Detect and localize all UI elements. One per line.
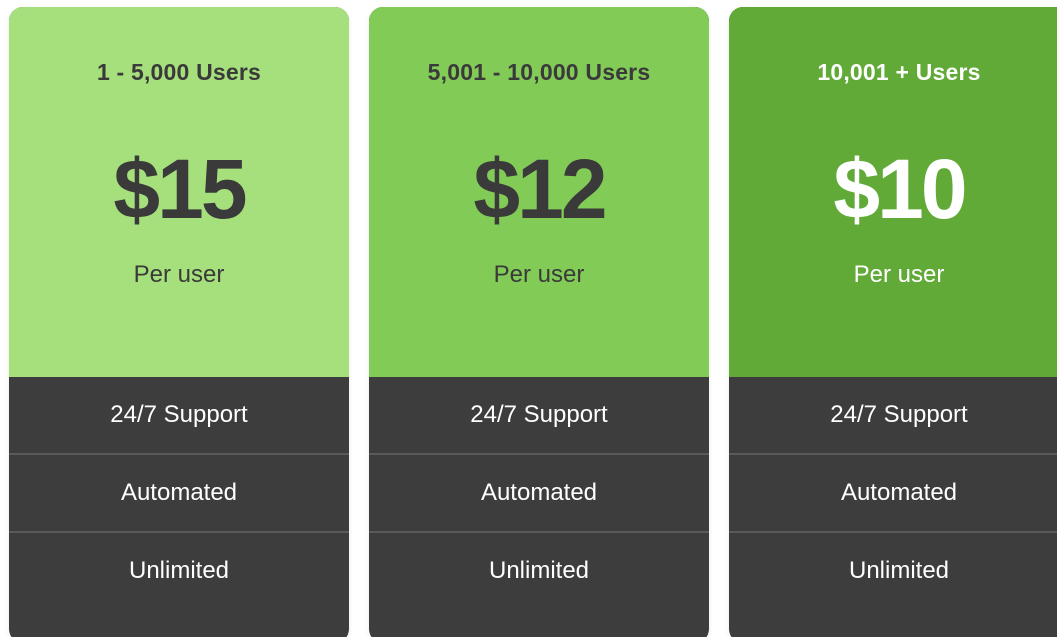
plan-card-5001-10000[interactable]: 5,001 - 10,000 Users $12 Per user 24/7 S… [369, 7, 709, 637]
feature-item: 24/7 Support [369, 377, 709, 455]
plan-tier-label: 5,001 - 10,000 Users [427, 59, 651, 85]
feature-item: Unlimited [488, 557, 590, 584]
plan-price: $12 [473, 142, 607, 236]
plan-price-unit: Per user [133, 261, 225, 288]
plan-features: 24/7 Support Automated Unlimited [369, 377, 709, 609]
plan-features: 24/7 Support Automated Unlimited [729, 377, 1057, 609]
plan-features: 24/7 Support Automated Unlimited [9, 377, 349, 609]
plan-price-unit: Per user [853, 261, 945, 288]
feature-item: 24/7 Support [729, 377, 1057, 455]
feature-item: Unlimited [128, 557, 230, 584]
plan-card-10001-plus[interactable]: 10,001 + Users $10 Per user 24/7 Support… [729, 7, 1057, 637]
plan-card-1-5000[interactable]: 1 - 5,000 Users $15 Per user 24/7 Suppor… [9, 7, 349, 637]
plan-price: $10 [833, 142, 967, 236]
feature-item: Unlimited [848, 557, 950, 584]
plan-price-unit: Per user [493, 261, 585, 288]
feature-item: Automated [9, 455, 349, 533]
plan-header: 5,001 - 10,000 Users $12 Per user [369, 7, 709, 377]
feature-item: 24/7 Support [9, 377, 349, 455]
plan-tier-label: 10,001 + Users [817, 59, 981, 85]
plan-price: $15 [113, 142, 247, 236]
feature-item: Automated [729, 455, 1057, 533]
feature-item: Automated [369, 455, 709, 533]
plan-header: 1 - 5,000 Users $15 Per user [9, 7, 349, 377]
pricing-table: 1 - 5,000 Users $15 Per user 24/7 Suppor… [0, 0, 1057, 637]
plan-header: 10,001 + Users $10 Per user [729, 7, 1057, 377]
plan-tier-label: 1 - 5,000 Users [96, 59, 262, 85]
